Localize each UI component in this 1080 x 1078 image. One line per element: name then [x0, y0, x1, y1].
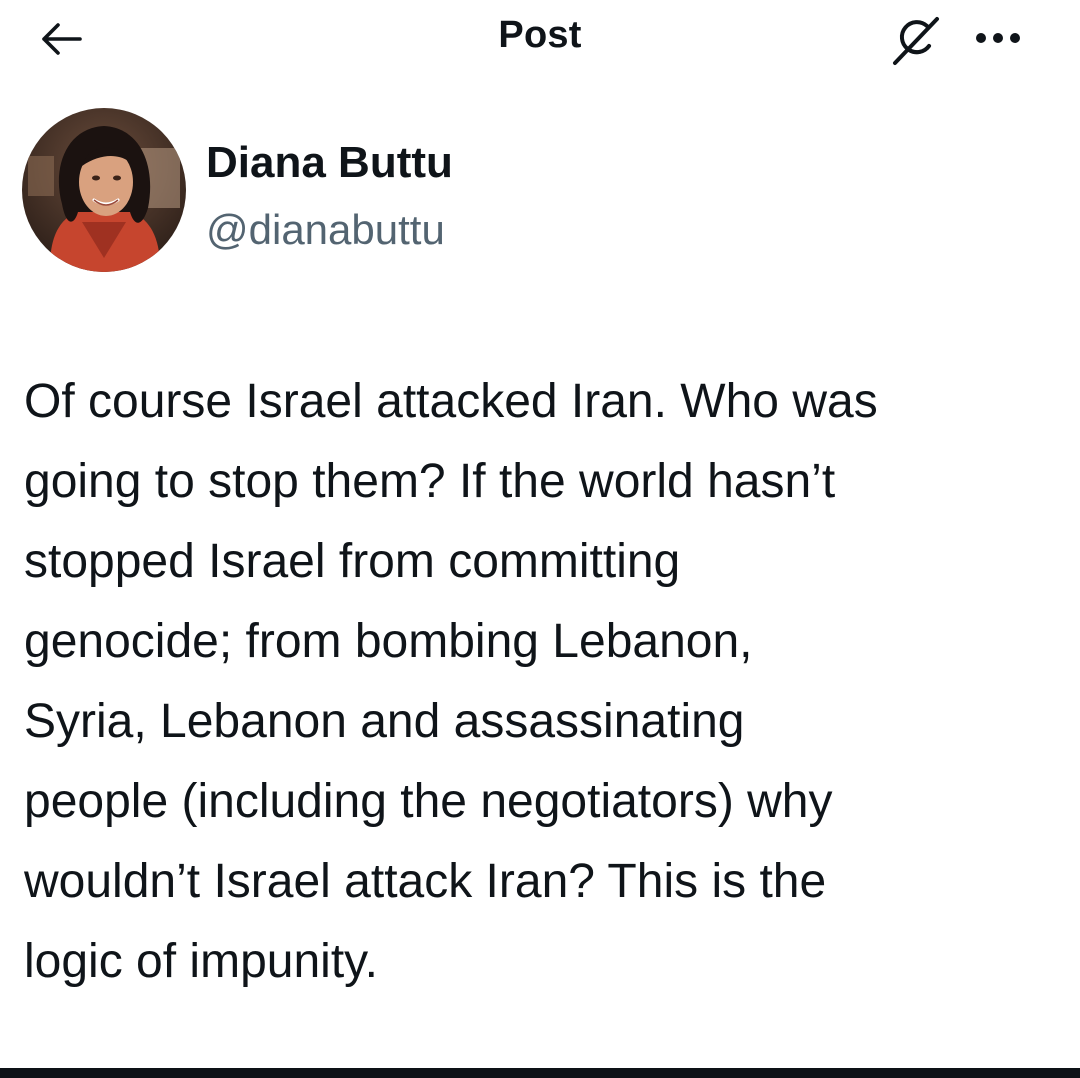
post-text-line: stopped Israel from committing: [24, 535, 681, 588]
author-display-name[interactable]: Diana Buttu: [206, 138, 453, 188]
post-text-line: going to stop them? If the world hasn’t: [24, 455, 836, 508]
author-handle[interactable]: @dianabuttu: [206, 206, 445, 254]
post-text-line: wouldn’t Israel attack Iran? This is the: [24, 855, 827, 908]
post-text-line: logic of impunity.: [24, 935, 378, 988]
grok-slash-icon: [893, 17, 939, 65]
bottom-divider: [0, 1068, 1080, 1078]
post-text-line: people (including the negotiators) why: [24, 775, 833, 828]
post-text-line: Of course Israel attacked Iran. Who was: [24, 375, 878, 428]
top-bar: Post: [0, 0, 1080, 78]
post-text-line: Syria, Lebanon and assassinating: [24, 695, 745, 748]
more-horizontal-icon: [976, 33, 1020, 43]
grok-button[interactable]: [888, 12, 948, 68]
author-header: Diana Buttu @dianabuttu: [22, 108, 1022, 278]
avatar[interactable]: [22, 108, 186, 272]
more-options-button[interactable]: [966, 16, 1030, 60]
post-text: Of course Israel attacked Iran. Who was …: [24, 362, 1064, 1002]
profile-photo: [22, 108, 186, 272]
post-text-line: genocide; from bombing Lebanon,: [24, 615, 753, 668]
